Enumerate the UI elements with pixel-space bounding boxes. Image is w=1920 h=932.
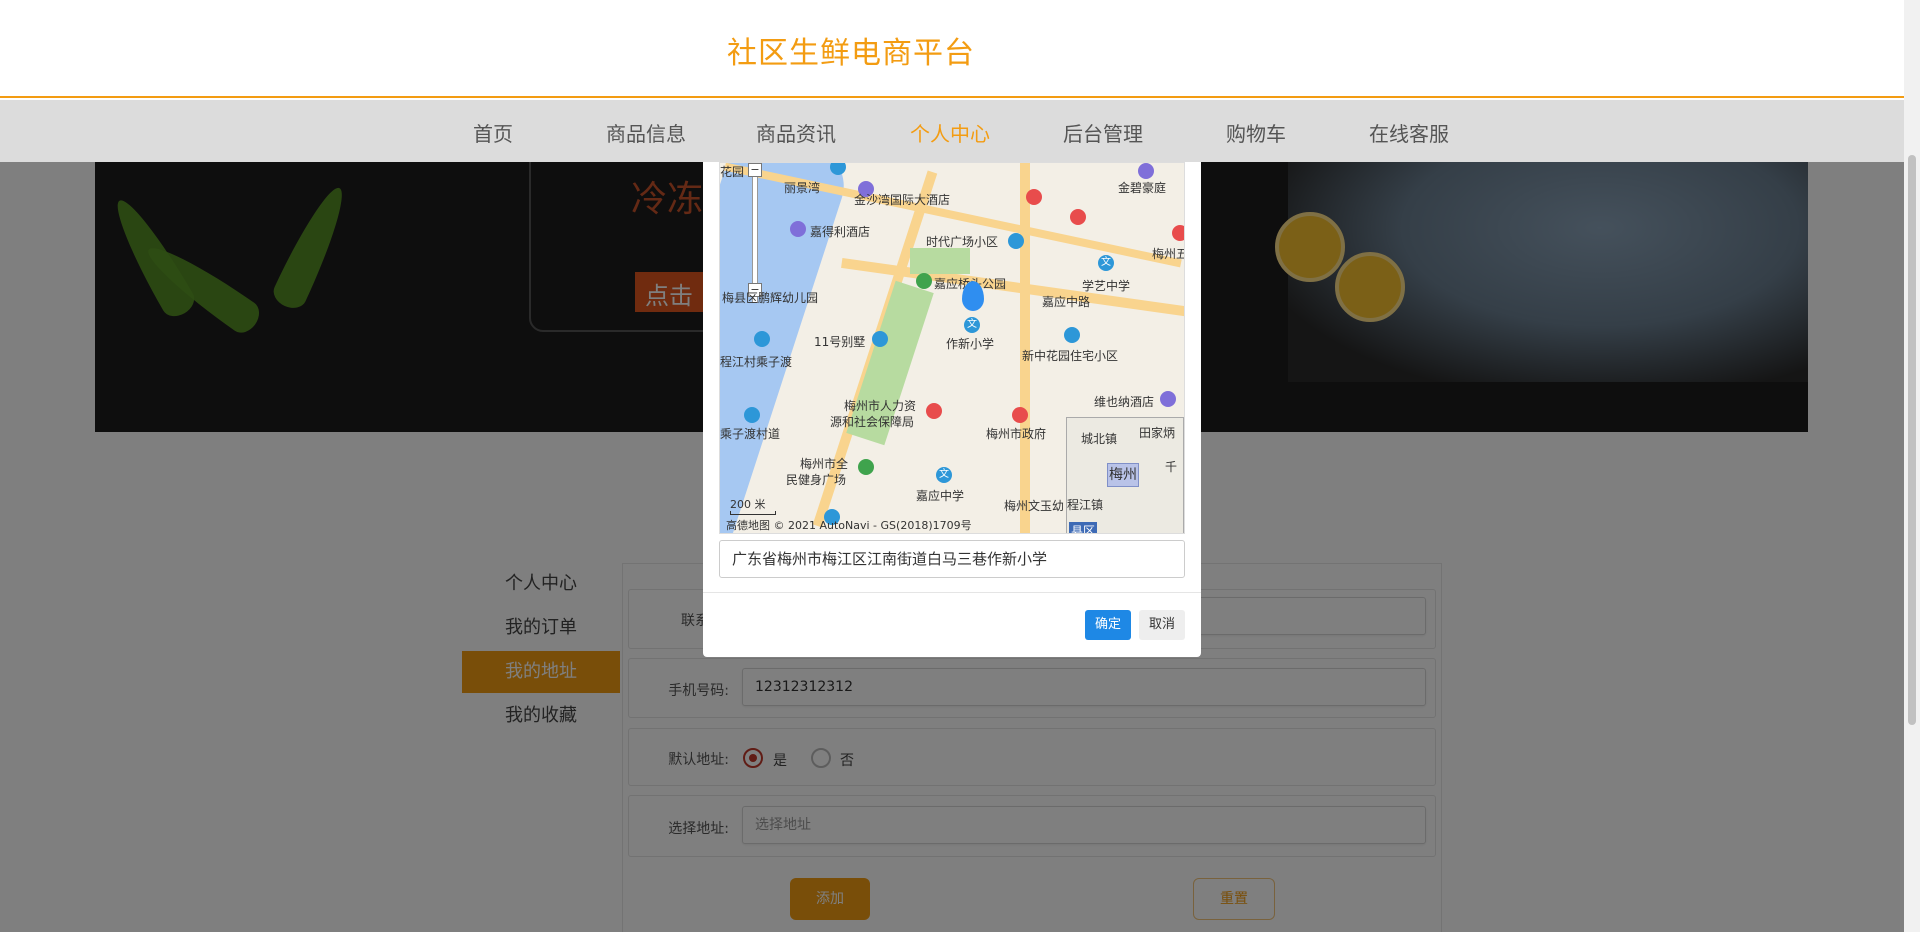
map-label: 梅州文玉幼 xyxy=(1004,499,1065,513)
map-label: 城北镇 xyxy=(1081,432,1118,446)
page-scrollbar[interactable] xyxy=(1904,0,1920,932)
map-label: 程江村乘子渡 xyxy=(720,355,793,369)
map-brand: 高德地图 xyxy=(726,519,770,532)
main-nav: 首页 商品信息 商品资讯 个人中心 后台管理 购物车 在线客服 xyxy=(0,100,1904,162)
map-label: 学艺中学 xyxy=(1082,279,1131,293)
bank-icon xyxy=(1008,233,1024,249)
location-pin-icon[interactable] xyxy=(962,281,984,311)
map-label: 花园 xyxy=(720,165,745,179)
map-label: 乘子渡村道 xyxy=(720,427,781,441)
hotel-icon xyxy=(1138,163,1154,179)
map-label: 新中花园住宅小区 xyxy=(1022,349,1119,363)
nav-home[interactable]: 首页 xyxy=(473,118,513,147)
map-label: 梅州市人力资 xyxy=(844,399,917,413)
site-header: 社区生鲜电商平台 xyxy=(0,0,1904,98)
map-label: 11号别墅 xyxy=(814,335,866,349)
nav-products[interactable]: 商品信息 xyxy=(606,118,686,147)
nav-customer-service[interactable]: 在线客服 xyxy=(1369,118,1449,147)
confirm-button[interactable]: 确定 xyxy=(1085,610,1131,640)
bank-icon xyxy=(872,331,888,347)
school-icon: 文 xyxy=(1098,255,1114,271)
map-label: 作新小学 xyxy=(946,337,995,351)
cancel-button[interactable]: 取消 xyxy=(1139,610,1185,640)
landmark-icon xyxy=(926,403,942,419)
zoom-in-icon[interactable]: − xyxy=(748,163,762,177)
modal-divider xyxy=(703,592,1201,593)
map-scale: 200 米 xyxy=(730,498,766,511)
map-label: 嘉应中路 xyxy=(1042,295,1091,309)
landmark-icon xyxy=(1026,189,1042,205)
map-label: 金碧豪庭 xyxy=(1118,181,1167,195)
map-label: 嘉得利酒店 xyxy=(810,225,871,239)
map-picker-dialog: − − 花园 丽景湾 金沙湾国际大酒店 金碧豪庭 嘉得利酒店 时代广场小区 梅州… xyxy=(703,162,1201,657)
map-label: 民健身广场 xyxy=(786,473,847,487)
bank-icon xyxy=(1064,327,1080,343)
map-label: 梅州市政府 xyxy=(986,427,1047,441)
map-copyright-text: © 2021 AutoNavi - GS(2018)1709号 xyxy=(773,519,972,532)
map-label: 嘉应中学 xyxy=(916,489,965,503)
map-label: 梅县区鹏辉幼儿园 xyxy=(722,291,819,305)
landmark-icon xyxy=(1070,209,1086,225)
map-copyright: 高德地图 © 2021 AutoNavi - GS(2018)1709号 xyxy=(726,517,972,533)
zoom-slider[interactable] xyxy=(752,163,758,303)
map-label: 程江镇 xyxy=(1067,498,1104,512)
map-label: 千 xyxy=(1165,460,1178,474)
hotel-icon xyxy=(1160,391,1176,407)
map-label: 丽景湾 xyxy=(784,181,821,195)
site-title: 社区生鲜电商平台 xyxy=(727,36,975,71)
nav-personal-center[interactable]: 个人中心 xyxy=(910,118,990,147)
landmark-icon xyxy=(1172,225,1184,241)
bank-icon xyxy=(754,331,770,347)
park-icon xyxy=(858,459,874,475)
map-label: 时代广场小区 xyxy=(926,235,999,249)
overview-minimap[interactable]: 城北镇 田家炳 梅州 千 程江镇 县区 xyxy=(1066,417,1184,533)
mouse-cursor-icon xyxy=(1075,607,1081,625)
map-label: 金沙湾国际大酒店 xyxy=(854,193,951,207)
school-icon: 文 xyxy=(936,467,952,483)
bank-icon xyxy=(744,407,760,423)
map-label: 梅州市全 xyxy=(800,457,849,471)
school-icon: 文 xyxy=(964,317,980,333)
minimap-city: 梅州 xyxy=(1107,463,1139,487)
scale-bar xyxy=(730,511,776,515)
map-view[interactable]: − − 花园 丽景湾 金沙湾国际大酒店 金碧豪庭 嘉得利酒店 时代广场小区 梅州… xyxy=(719,162,1185,534)
hotel-icon xyxy=(790,221,806,237)
map-label: 田家炳 xyxy=(1139,426,1176,440)
selected-address-input[interactable]: 广东省梅州市梅江区江南街道白马三巷作新小学 xyxy=(719,540,1185,578)
map-label: 维也纳酒店 xyxy=(1094,395,1155,409)
map-label: 梅州五 xyxy=(1152,247,1185,261)
nav-cart[interactable]: 购物车 xyxy=(1226,118,1286,147)
park-icon xyxy=(916,273,932,289)
bank-icon xyxy=(830,163,846,175)
park-area xyxy=(910,248,970,274)
nav-admin[interactable]: 后台管理 xyxy=(1063,118,1143,147)
nav-news[interactable]: 商品资讯 xyxy=(756,118,836,147)
map-label: 县区 xyxy=(1069,522,1098,533)
scrollbar-thumb[interactable] xyxy=(1908,155,1916,725)
landmark-icon xyxy=(1012,407,1028,423)
map-label: 源和社会保障局 xyxy=(830,415,915,429)
